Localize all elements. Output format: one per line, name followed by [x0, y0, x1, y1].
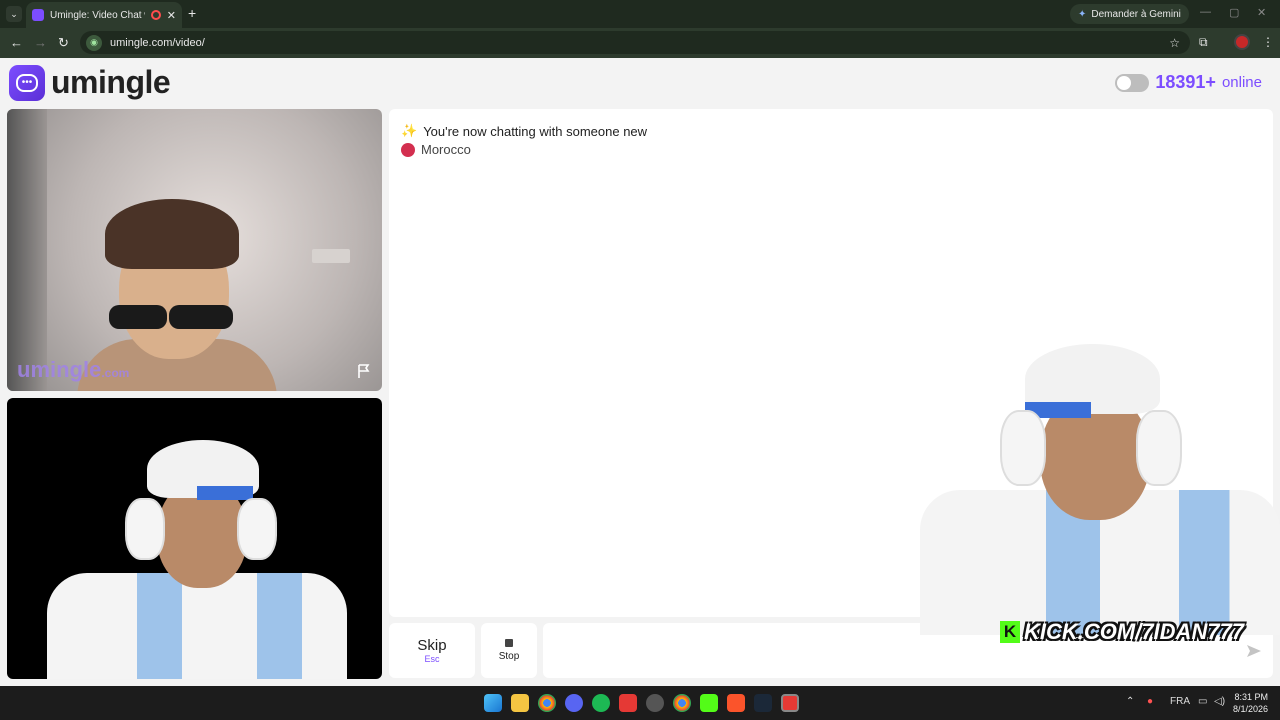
windows-taskbar: ⌃ ● FRA ▭ ◁) 8:31 PM 8/1/2026 [0, 686, 1280, 720]
obs-icon[interactable] [646, 694, 664, 712]
profile-avatar[interactable] [1234, 34, 1250, 50]
reload-icon[interactable]: ↻ [58, 35, 69, 51]
stop-button[interactable]: Stop [481, 623, 537, 678]
clock-time: 8:31 PM [1234, 692, 1268, 702]
new-tab-button[interactable]: + [188, 5, 196, 21]
browser-nav-bar: ← → ↻ ◉ umingle.com/video/ ☆ ⧉ ⋮ [0, 28, 1280, 58]
report-flag-icon[interactable] [356, 363, 372, 379]
stop-label: Stop [498, 651, 520, 662]
streamer-webcam-overlay [900, 330, 1280, 635]
kick-channel-text: KICK.COM/7IDAN777 [1024, 619, 1245, 644]
back-arrow-icon[interactable]: ← [10, 35, 23, 50]
stop-square-icon [505, 639, 513, 647]
spotify-icon[interactable] [592, 694, 610, 712]
chat-status-line: ✨ You're now chatting with someone new [401, 123, 647, 139]
gemini-sparkle-icon: ✦ [1078, 8, 1087, 20]
sparkles-icon: ✨ [401, 123, 418, 138]
streamer-headphone-right [1136, 410, 1182, 486]
umingle-watermark: umingle.com [17, 357, 130, 382]
umingle-favicon-icon [32, 9, 44, 21]
chat-bubble-logo-icon: ••• [9, 64, 45, 101]
bookmark-star-icon[interactable]: ☆ [1169, 36, 1180, 50]
kick-logo-icon: K [1000, 621, 1020, 643]
send-icon[interactable] [1246, 643, 1262, 659]
app-red-icon[interactable] [619, 694, 637, 712]
taskbar-clock[interactable]: 8:31 PM 8/1/2026 [1233, 691, 1268, 715]
brave-icon[interactable] [727, 694, 745, 712]
skip-button[interactable]: Skip Esc [389, 623, 475, 678]
microphone-icon[interactable]: ● [1147, 696, 1153, 707]
online-counter: 18391+ online [1115, 72, 1262, 93]
network-icon[interactable]: ▭ [1198, 696, 1207, 707]
language-indicator[interactable]: FRA [1170, 696, 1190, 707]
tab-title: Umingle: Video Chat with S [50, 9, 145, 21]
wall-outlet [312, 249, 350, 263]
volume-icon[interactable]: ◁) [1214, 696, 1225, 707]
discord-icon[interactable] [565, 694, 583, 712]
chat-status-text: You're now chatting with someone new [423, 123, 648, 139]
recording-indicator-icon [150, 10, 161, 20]
tray-chevron-icon[interactable]: ⌃ [1126, 696, 1134, 707]
forward-arrow-icon[interactable]: → [34, 35, 47, 50]
ask-gemini-button[interactable]: ✦ Demander à Gemini [1070, 4, 1189, 24]
address-bar[interactable]: ◉ umingle.com/video/ ☆ [80, 31, 1190, 54]
app-pinned-icon[interactable] [781, 694, 799, 712]
close-tab-icon[interactable]: ✕ [167, 9, 176, 22]
clock-date: 8/1/2026 [1232, 704, 1268, 714]
chrome-icon[interactable] [538, 694, 556, 712]
browser-tab-bar: ⌄ Umingle: Video Chat with S ✕ + ✦ Deman… [0, 0, 1280, 28]
self-jersey [47, 573, 347, 679]
skip-label: Skip [417, 637, 447, 654]
online-label: online [1221, 74, 1262, 91]
window-frame-shadow [7, 109, 47, 391]
streamer-headphone-left [1000, 410, 1046, 486]
country-name: Morocco [421, 142, 471, 157]
chat-country-line: Morocco [401, 142, 471, 157]
kick-channel-banner: K KICK.COM/7IDAN777 [1000, 619, 1244, 645]
self-video [7, 398, 382, 679]
site-info-icon[interactable]: ◉ [86, 34, 102, 51]
windows-start-icon[interactable] [484, 694, 502, 712]
umingle-logo[interactable]: ••• umingle [9, 64, 171, 101]
logo-text: umingle [51, 64, 171, 100]
browser-tab-umingle[interactable]: Umingle: Video Chat with S ✕ [26, 2, 182, 28]
self-headphone-right [237, 498, 277, 560]
maximize-icon[interactable]: ▢ [1229, 6, 1239, 19]
chrome-active-icon[interactable] [673, 694, 691, 712]
theme-toggle[interactable] [1115, 73, 1150, 92]
browser-menu-icon[interactable]: ⋮ [1262, 35, 1274, 49]
gemini-label: Demander à Gemini [1091, 8, 1181, 20]
stranger-sunglasses-left [109, 305, 167, 329]
self-headphone-left [125, 498, 165, 560]
tab-search-chevron-icon[interactable]: ⌄ [6, 6, 22, 22]
steam-icon[interactable] [754, 694, 772, 712]
minimize-icon[interactable]: — [1200, 6, 1211, 18]
self-cap-band [197, 486, 253, 500]
close-window-icon[interactable]: ✕ [1257, 6, 1266, 19]
url-text: umingle.com/video/ [110, 36, 205, 49]
stranger-sunglasses-right [169, 305, 233, 329]
online-count: 18391+ [1155, 72, 1216, 92]
country-flag-icon [401, 142, 415, 157]
skip-shortcut: Esc [424, 654, 440, 664]
file-explorer-icon[interactable] [511, 694, 529, 712]
stranger-hair [105, 199, 239, 269]
stranger-video: umingle.com [7, 109, 382, 391]
kick-app-icon[interactable] [700, 694, 718, 712]
extensions-puzzle-icon[interactable]: ⧉ [1199, 35, 1208, 50]
